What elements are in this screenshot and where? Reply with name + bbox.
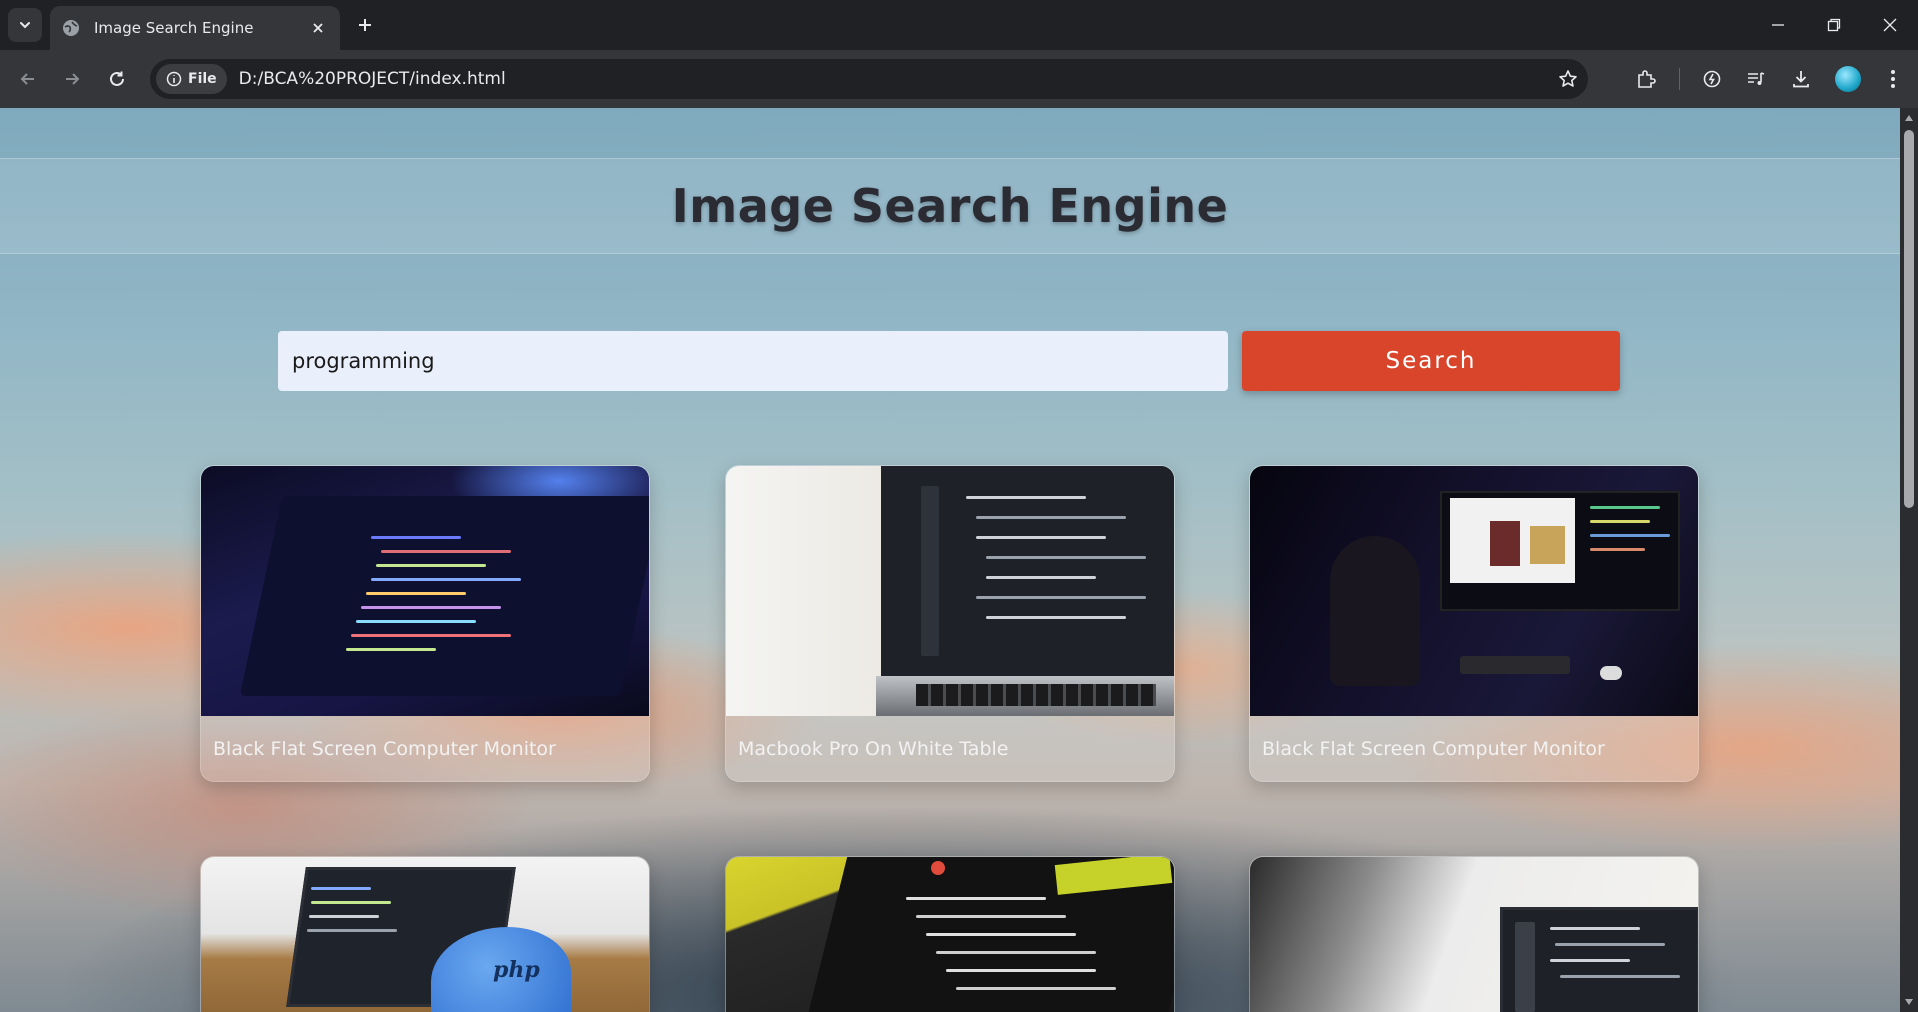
menu-icon[interactable] <box>1877 63 1909 95</box>
toolbar-divider <box>1679 68 1680 90</box>
minimize-button[interactable] <box>1750 0 1806 50</box>
result-card[interactable]: Black Flat Screen Computer Monitor <box>200 465 650 782</box>
result-card[interactable]: php <box>200 856 650 1012</box>
active-tab[interactable]: Image Search Engine <box>50 6 340 50</box>
browser-toolbar: File D:/BCA%20PROJECT/index.html <box>0 50 1918 108</box>
result-caption: Black Flat Screen Computer Monitor <box>213 737 556 760</box>
back-icon <box>20 73 34 85</box>
download-icon[interactable] <box>1785 63 1817 95</box>
tab-title: Image Search Engine <box>94 19 254 37</box>
page-title: Image Search Engine <box>671 179 1229 233</box>
window-close-icon <box>1883 18 1897 32</box>
back-button[interactable] <box>12 63 44 95</box>
forward-button[interactable] <box>56 63 88 95</box>
page-viewport: Image Search Engine Search Black Flat Sc… <box>0 108 1900 1012</box>
result-card[interactable]: Black Flat Screen Computer Monitor <box>1249 465 1699 782</box>
scrollbar-thumb[interactable] <box>1904 130 1914 508</box>
result-image[interactable]: php <box>201 857 649 1012</box>
reload-button[interactable] <box>101 63 133 95</box>
result-image[interactable] <box>726 466 1174 716</box>
profile-avatar[interactable] <box>1832 63 1864 95</box>
result-card[interactable] <box>725 856 1175 1012</box>
globe-icon <box>63 20 79 36</box>
url-text[interactable]: D:/BCA%20PROJECT/index.html <box>239 69 1548 89</box>
scheme-label: File <box>188 71 217 87</box>
result-card[interactable] <box>1249 856 1699 1012</box>
tab-search-button[interactable] <box>8 8 42 42</box>
info-icon <box>166 71 182 87</box>
extensions-icon[interactable] <box>1630 63 1662 95</box>
scroll-up-icon[interactable] <box>1900 110 1918 126</box>
avatar <box>1835 66 1861 92</box>
chevron-down-icon <box>20 22 30 29</box>
tab-bar: Image Search Engine <box>0 0 1918 50</box>
restore-button[interactable] <box>1806 0 1862 50</box>
search-button[interactable]: Search <box>1242 331 1620 391</box>
forward-icon <box>66 73 80 85</box>
search-input[interactable] <box>278 331 1228 391</box>
scroll-down-icon[interactable] <box>1900 994 1918 1010</box>
result-image[interactable] <box>726 857 1174 1012</box>
restore-icon <box>1827 18 1841 32</box>
result-image[interactable] <box>1250 466 1698 716</box>
performance-icon[interactable] <box>1696 63 1728 95</box>
reload-icon <box>110 71 124 86</box>
star-icon[interactable] <box>1548 59 1588 99</box>
result-card[interactable]: Macbook Pro On White Table <box>725 465 1175 782</box>
result-caption: Black Flat Screen Computer Monitor <box>1262 737 1605 760</box>
result-image[interactable] <box>1250 857 1698 1012</box>
result-image[interactable] <box>201 466 649 716</box>
minimize-icon <box>1772 24 1784 26</box>
page-header: Image Search Engine <box>0 158 1900 254</box>
window-close-button[interactable] <box>1862 0 1918 50</box>
media-icon[interactable] <box>1740 63 1772 95</box>
page-scrollbar[interactable] <box>1900 108 1918 1012</box>
result-caption: Macbook Pro On White Table <box>738 737 1009 760</box>
new-tab-button[interactable] <box>350 10 380 40</box>
site-info-chip[interactable]: File <box>156 64 227 94</box>
close-icon[interactable] <box>308 18 328 38</box>
plus-icon <box>359 19 371 31</box>
address-bar[interactable]: File D:/BCA%20PROJECT/index.html <box>150 59 1588 99</box>
